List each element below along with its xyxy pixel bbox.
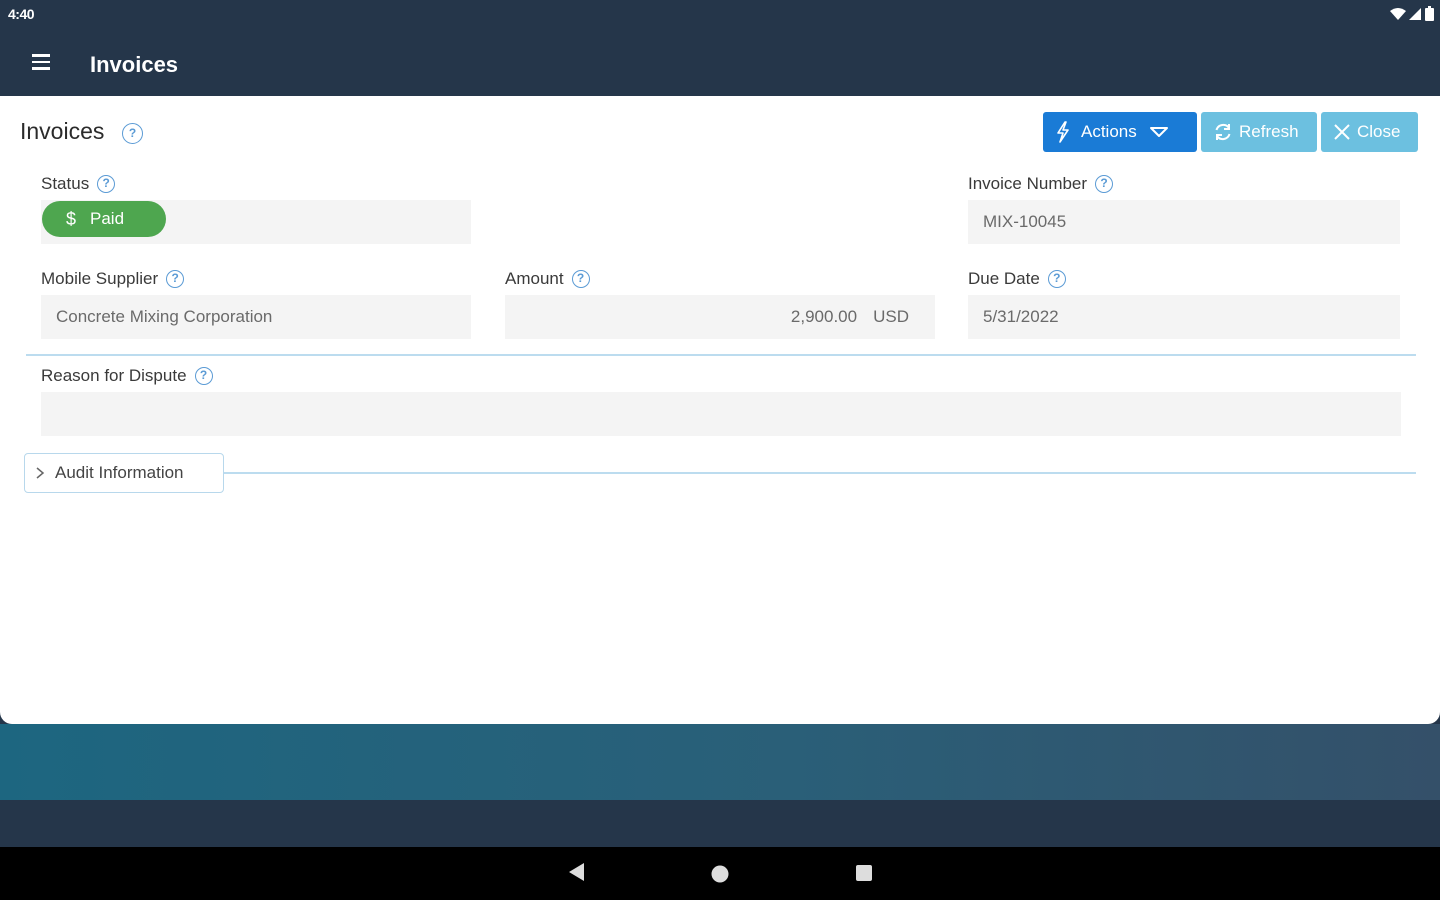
caret-down-icon xyxy=(1149,127,1168,137)
wifi-icon xyxy=(1390,7,1406,20)
lightning-icon xyxy=(1057,121,1069,143)
amount-label: Amount ? xyxy=(505,269,590,289)
home-icon[interactable] xyxy=(710,864,730,884)
status-label: Status ? xyxy=(41,174,116,194)
refresh-label: Refresh xyxy=(1239,122,1299,141)
amount-label-text: Amount xyxy=(505,269,564,288)
background-footer xyxy=(0,800,1440,847)
due-date-label: Due Date ? xyxy=(968,269,1066,289)
system-icons xyxy=(1390,6,1434,21)
background-band xyxy=(0,724,1440,800)
back-icon[interactable] xyxy=(566,861,586,883)
mobile-supplier-label-text: Mobile Supplier xyxy=(41,269,159,288)
status-badge: $ Paid xyxy=(42,201,166,237)
reason-label: Reason for Dispute ? xyxy=(41,366,213,386)
system-nav-bar xyxy=(0,847,1440,900)
status-time: 4:40 xyxy=(8,6,35,22)
due-date-value: 5/31/2022 xyxy=(983,307,1059,326)
help-icon[interactable]: ? xyxy=(194,367,213,385)
close-button[interactable]: Close xyxy=(1321,112,1418,152)
reason-label-text: Reason for Dispute xyxy=(41,366,187,385)
help-icon[interactable]: ? xyxy=(571,270,590,288)
help-icon[interactable]: ? xyxy=(166,270,185,288)
page-title: Invoices xyxy=(20,118,105,144)
mobile-supplier-label: Mobile Supplier ? xyxy=(41,269,185,289)
help-icon[interactable]: ? xyxy=(122,123,143,144)
mobile-supplier-field[interactable]: Concrete Mixing Corporation xyxy=(41,295,471,339)
actions-label: Actions xyxy=(1081,122,1137,141)
refresh-button[interactable]: Refresh xyxy=(1201,112,1317,152)
invoice-number-value: MIX-10045 xyxy=(983,212,1067,231)
recents-icon[interactable] xyxy=(855,864,873,882)
status-value: Paid xyxy=(90,209,125,228)
toolbar: Actions Refresh Close xyxy=(1043,112,1418,152)
audit-divider xyxy=(224,472,1416,474)
help-icon[interactable]: ? xyxy=(1047,270,1066,288)
amount-field[interactable]: 2,900.00 USD xyxy=(505,295,935,339)
app-bar-title: Invoices xyxy=(90,52,179,77)
due-date-label-text: Due Date xyxy=(968,269,1040,288)
status-label-text: Status xyxy=(41,174,90,193)
section-divider xyxy=(26,354,1416,356)
close-label: Close xyxy=(1357,122,1401,141)
amount-currency: USD xyxy=(873,307,909,326)
audit-label: Audit Information xyxy=(55,463,184,482)
app-bar: Invoices xyxy=(0,30,1440,96)
chevron-right-icon xyxy=(36,467,45,479)
invoice-number-label: Invoice Number ? xyxy=(968,174,1114,194)
refresh-icon xyxy=(1215,124,1231,140)
invoice-number-label-text: Invoice Number xyxy=(968,174,1088,193)
invoice-number-field[interactable]: MIX-10045 xyxy=(968,200,1400,244)
menu-icon[interactable] xyxy=(26,50,56,76)
invoice-card: Invoices ? Actions Refresh Close Status … xyxy=(0,96,1440,724)
close-icon xyxy=(1334,124,1350,140)
dollar-icon: $ xyxy=(66,208,77,229)
battery-icon xyxy=(1425,6,1434,21)
reason-for-dispute-field[interactable] xyxy=(41,392,1401,436)
amount-value: 2,900.00 xyxy=(790,307,858,326)
audit-information-toggle[interactable]: Audit Information xyxy=(24,453,224,493)
actions-button[interactable]: Actions xyxy=(1043,112,1197,152)
due-date-field[interactable]: 5/31/2022 xyxy=(968,295,1400,339)
help-icon[interactable]: ? xyxy=(1095,175,1114,193)
mobile-supplier-value: Concrete Mixing Corporation xyxy=(56,307,273,326)
help-icon[interactable]: ? xyxy=(97,175,116,193)
signal-icon xyxy=(1409,7,1421,20)
status-bar: 4:40 xyxy=(0,0,1440,30)
